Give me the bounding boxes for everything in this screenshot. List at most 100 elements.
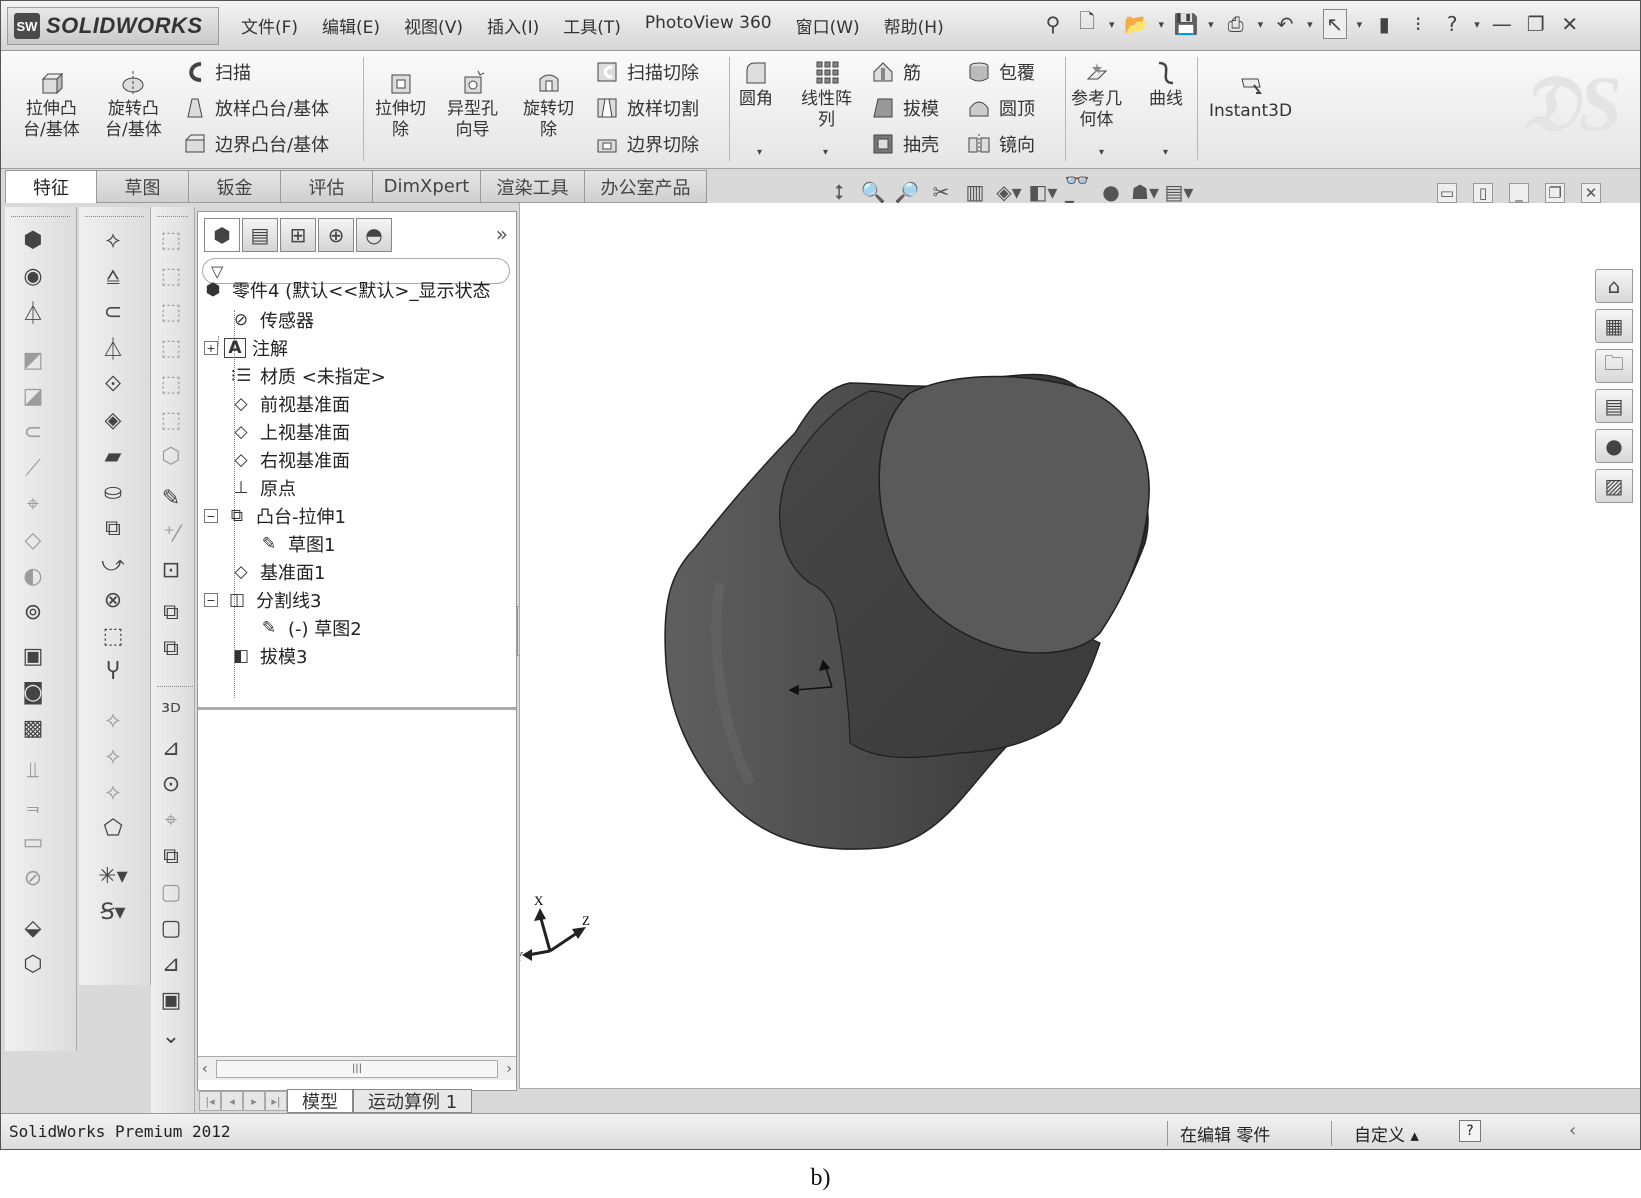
tree-item-right-plane[interactable]: ◇ 右视基准面 <box>228 446 350 474</box>
property-manager-tab-icon[interactable]: ▤ <box>242 218 278 252</box>
menu-insert[interactable]: 插入(I) <box>475 13 551 38</box>
custom-properties-icon[interactable]: ▨ <box>1595 469 1633 503</box>
offset-surface-icon[interactable]: ⛀ <box>97 477 129 507</box>
tree-item-split-line3[interactable]: − ◫ 分割线3 <box>204 586 321 614</box>
menu-edit[interactable]: 编辑(E) <box>310 13 392 38</box>
tab-evaluate[interactable]: 评估 <box>281 170 373 203</box>
previous-view-icon[interactable]: ✂ <box>929 179 953 205</box>
menu-view[interactable]: 视图(V) <box>392 13 475 38</box>
file-explorer-icon[interactable]: 🗀 <box>1595 349 1633 383</box>
menu-photoview[interactable]: PhotoView 360 <box>633 13 784 38</box>
instant3d-button[interactable]: Instant3D <box>1209 71 1292 122</box>
tab-sheet-metal[interactable]: 钣金 <box>189 170 281 203</box>
circular-pattern-icon[interactable]: ⟡ <box>97 777 129 807</box>
select-dropdown-icon[interactable]: ▾ <box>1357 18 1363 31</box>
minimize-button[interactable]: — <box>1490 9 1514 39</box>
delete-icon[interactable]: ⊗ <box>97 585 129 615</box>
mirror-icon[interactable]: ⟡ <box>97 705 129 735</box>
rebuild-icon[interactable]: ▮ <box>1372 9 1396 39</box>
ruled-surface-icon[interactable]: ⤻ <box>97 549 129 579</box>
expand-toggle-icon[interactable]: + <box>204 341 218 355</box>
display-delete-relations-icon[interactable]: ⊙ <box>155 769 187 799</box>
last-tab-icon[interactable]: ▸| <box>265 1091 287 1111</box>
bottom-view-icon[interactable]: ⬚ <box>155 405 187 435</box>
wrap-icon[interactable]: ⬠ <box>97 813 129 843</box>
tree-item-material[interactable]: ⁝☰ 材质 <未指定> <box>228 362 386 390</box>
edit-appearance-icon[interactable]: ● <box>1099 179 1123 205</box>
view-settings-icon[interactable]: ▤▾ <box>1165 179 1194 205</box>
help-icon[interactable]: ? <box>1440 9 1464 39</box>
scroll-thumb[interactable]: ||| <box>215 1059 499 1078</box>
offset-entities-icon[interactable]: ▢ <box>155 913 187 943</box>
boundary-cut-button[interactable]: 边界切除 <box>595 131 699 157</box>
view-orientation-icon[interactable]: ⭥ <box>827 179 851 205</box>
open-icon[interactable]: 📂 <box>1124 9 1149 39</box>
loft-cut-button[interactable]: 放样切割 <box>595 95 699 121</box>
boundary-boss-button[interactable]: 边界凸台/基体 <box>183 131 329 157</box>
tab-sketch[interactable]: 草图 <box>97 170 189 203</box>
rib-icon[interactable]: ⟋ <box>17 453 49 483</box>
configuration-manager-tab-icon[interactable]: ⊞ <box>280 218 316 252</box>
revolve-boss-button[interactable]: 旋转凸 台/基体 <box>105 69 162 141</box>
tree-item-draft3[interactable]: ◧ 拔模3 <box>228 642 307 670</box>
chamfer-icon[interactable]: ◈ <box>97 405 129 435</box>
sketch-plane-icon[interactable]: ⊿ <box>155 733 187 763</box>
front-view-icon[interactable]: ⬚ <box>155 225 187 255</box>
left-view-icon[interactable]: ⬚ <box>155 297 187 327</box>
view-orientation-dropdown-icon[interactable]: ◈▾ <box>996 179 1021 205</box>
menu-help[interactable]: 帮助(H) <box>872 13 956 38</box>
print-dropdown-icon[interactable]: ▾ <box>1258 18 1264 31</box>
print-icon[interactable]: ⎙ <box>1224 9 1248 39</box>
options-icon[interactable]: ⁝ <box>1406 9 1430 39</box>
appearances-icon[interactable]: ● <box>1595 429 1633 463</box>
thicken-icon[interactable]: ◪ <box>17 381 49 411</box>
extrude-cut-icon[interactable]: ▣ <box>17 641 49 671</box>
copy-icon[interactable]: ⧉ <box>155 633 187 663</box>
rib-button[interactable]: 筋 <box>871 59 921 85</box>
tab-dimxpert[interactable]: DimXpert <box>373 170 481 203</box>
collapse-toggle-icon[interactable]: − <box>204 509 218 523</box>
copy-surface-icon[interactable]: ⧉ <box>97 513 129 543</box>
first-tab-icon[interactable]: |◂ <box>199 1091 221 1111</box>
undo-dropdown-icon[interactable]: ▾ <box>1307 18 1313 31</box>
sweep-button[interactable]: 扫描 <box>183 59 251 85</box>
view-palette-icon[interactable]: ▤ <box>1595 389 1633 423</box>
delete-face-icon[interactable]: ⫬ <box>17 791 49 821</box>
fillet-icon[interactable]: ⟐ <box>97 369 129 399</box>
unit-system-selector[interactable]: 自定义 ▴ <box>1331 1121 1419 1146</box>
split-icon[interactable]: Ⴤ <box>97 657 129 687</box>
restore-button[interactable]: ❐ <box>1524 9 1548 39</box>
isometric-view-icon[interactable]: ⬡ <box>155 441 187 471</box>
hide-show-items-icon[interactable]: 👓▾ <box>1065 168 1090 216</box>
cut-with-surface-icon[interactable]: ▩ <box>17 713 49 743</box>
sweep-icon[interactable]: ⊂ <box>17 417 49 447</box>
revolve-boss-icon[interactable]: ◉ <box>17 261 49 291</box>
graphics-area[interactable]: X Z Y <box>514 203 1640 1089</box>
toolbar-grip[interactable] <box>157 209 188 217</box>
loft-icon[interactable]: ⏃ <box>17 297 49 327</box>
undo-icon[interactable]: ↶ <box>1273 9 1297 39</box>
revolve-cut-icon[interactable]: ◙ <box>17 677 49 707</box>
move-face-icon[interactable]: ⫫ <box>17 755 49 785</box>
planar-surface-icon[interactable]: ▰ <box>97 441 129 471</box>
collapse-toggle-icon[interactable]: − <box>204 593 218 607</box>
help-icon[interactable]: ? <box>1459 1120 1481 1142</box>
revolve-icon[interactable]: ⩠ <box>97 261 129 291</box>
sketch-picture-icon[interactable]: ⊿ <box>155 949 187 979</box>
linear-pattern-icon[interactable]: ⟡ <box>97 741 129 771</box>
toolbar-grip[interactable] <box>11 209 70 217</box>
top-view-icon[interactable]: ⬚ <box>155 369 187 399</box>
tree-item-boss-extrude1[interactable]: − ⧉ 凸台-拉伸1 <box>204 502 346 530</box>
new-dropdown-icon[interactable]: ▾ <box>1109 18 1115 31</box>
reference-point-icon[interactable]: ✳▾ <box>97 861 129 891</box>
display-style-icon[interactable]: ◧▾ <box>1029 179 1058 205</box>
collapse-arrow-icon[interactable]: ‹ <box>1569 1120 1576 1141</box>
close-button[interactable]: ✕ <box>1558 9 1582 39</box>
doc-close-button[interactable]: ✕ <box>1581 183 1601 203</box>
reference-geometry-button[interactable]: 参考几 何体 <box>1071 59 1122 131</box>
tab-model[interactable]: 模型 <box>287 1089 353 1113</box>
loft-button[interactable]: 放样凸台/基体 <box>183 95 329 121</box>
right-view-icon[interactable]: ⬚ <box>155 333 187 363</box>
fillet-dropdown-icon[interactable]: ▾ <box>757 147 762 158</box>
solidworks-resources-icon[interactable]: ⌂ <box>1595 269 1633 303</box>
